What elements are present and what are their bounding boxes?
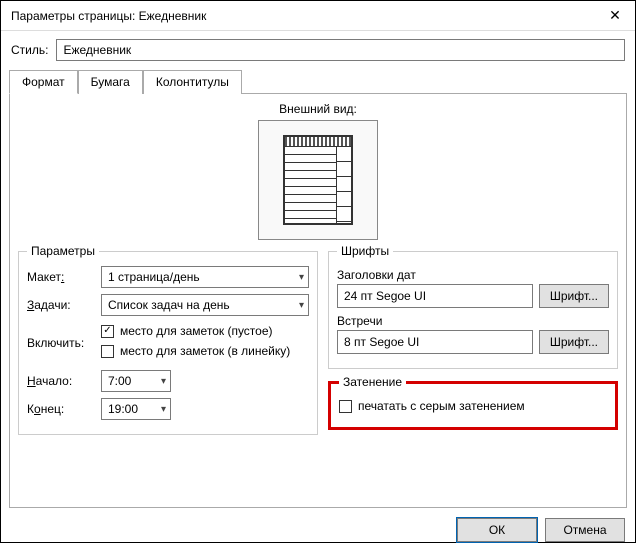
- style-input[interactable]: [56, 39, 625, 61]
- include-notes-lined-row[interactable]: место для заметок (в линейку): [101, 344, 309, 358]
- chevron-down-icon: ▾: [299, 272, 304, 283]
- end-label: Конец:: [27, 402, 95, 416]
- chevron-down-icon: ▾: [299, 300, 304, 311]
- tab-format[interactable]: Формат: [9, 70, 78, 94]
- date-headers-row: 24 пт Segoe UI Шрифт...: [337, 284, 609, 308]
- date-headers-font-button[interactable]: Шрифт...: [539, 284, 609, 308]
- tab-headers[interactable]: Колонтитулы: [143, 70, 242, 94]
- thumb-header: [285, 137, 351, 147]
- appointments-font-button[interactable]: Шрифт...: [539, 330, 609, 354]
- end-row: Конец: 19:00 ▾: [27, 398, 309, 420]
- fonts-group: Шрифты Заголовки дат 24 пт Segoe UI Шриф…: [328, 244, 618, 369]
- layout-combo[interactable]: 1 страница/день ▾: [101, 266, 309, 288]
- cancel-button[interactable]: Отмена: [545, 518, 625, 542]
- thumb-body: [285, 147, 351, 223]
- date-headers-label: Заголовки дат: [337, 268, 609, 282]
- end-value: 19:00: [108, 402, 138, 416]
- end-combo[interactable]: 19:00 ▾: [101, 398, 171, 420]
- right-column: Шрифты Заголовки дат 24 пт Segoe UI Шриф…: [328, 244, 618, 441]
- tab-panel-format: Внешний вид: Параметры: [9, 93, 627, 508]
- tasks-row: Задачи: Список задач на день ▾: [27, 294, 309, 316]
- window-title: Параметры страницы: Ежедневник: [11, 9, 595, 23]
- preview-area: Внешний вид:: [18, 102, 618, 240]
- chevron-down-icon: ▾: [161, 376, 166, 387]
- start-combo[interactable]: 7:00 ▾: [101, 370, 171, 392]
- shading-label: печатать с серым затенением: [358, 399, 525, 413]
- tasks-value: Список задач на день: [108, 298, 230, 312]
- shading-check-row[interactable]: печатать с серым затенением: [339, 399, 607, 413]
- preview-box: [258, 120, 378, 240]
- start-label: Начало:: [27, 374, 95, 388]
- include-options: место для заметок (пустое) место для зам…: [101, 322, 309, 364]
- titlebar: Параметры страницы: Ежедневник ✕: [1, 1, 635, 31]
- columns: Параметры Макет: 1 страница/день ▾ Задач…: [18, 244, 618, 441]
- appointments-label: Встречи: [337, 314, 609, 328]
- page-thumbnail: [283, 135, 353, 225]
- include-notes-blank-label: место для заметок (пустое): [120, 324, 273, 338]
- close-button[interactable]: ✕: [595, 1, 635, 31]
- close-icon: ✕: [609, 7, 621, 24]
- layout-row: Макет: 1 страница/день ▾: [27, 266, 309, 288]
- params-group: Параметры Макет: 1 страница/день ▾ Задач…: [18, 244, 318, 435]
- chevron-down-icon: ▾: [161, 404, 166, 415]
- layout-value: 1 страница/день: [108, 270, 200, 284]
- include-label-row: Включить: место для заметок (пустое) мес…: [27, 322, 309, 364]
- thumb-lines: [285, 147, 337, 223]
- shading-legend: Затенение: [339, 375, 406, 389]
- tab-paper-label: Бумага: [91, 75, 130, 89]
- start-row: Начало: 7:00 ▾: [27, 370, 309, 392]
- params-legend: Параметры: [27, 244, 99, 258]
- preview-label: Внешний вид:: [18, 102, 618, 116]
- tabs-container: Формат Бумага Колонтитулы Внешний вид:: [1, 69, 635, 508]
- appointments-row: 8 пт Segoe UI Шрифт...: [337, 330, 609, 354]
- dialog-window: Параметры страницы: Ежедневник ✕ Стиль: …: [0, 0, 636, 543]
- tasks-combo[interactable]: Список задач на день ▾: [101, 294, 309, 316]
- checkbox-notes-blank[interactable]: [101, 325, 114, 338]
- left-column: Параметры Макет: 1 страница/день ▾ Задач…: [18, 244, 318, 441]
- thumb-side: [337, 147, 351, 223]
- include-notes-blank-row[interactable]: место для заметок (пустое): [101, 324, 309, 338]
- layout-label: Макет:: [27, 270, 95, 284]
- shading-group: Затенение печатать с серым затенением: [328, 375, 618, 430]
- style-label: Стиль:: [11, 43, 48, 57]
- include-label: Включить:: [27, 336, 95, 350]
- style-row: Стиль:: [1, 31, 635, 69]
- date-headers-value: 24 пт Segoe UI: [337, 284, 533, 308]
- checkbox-notes-lined[interactable]: [101, 345, 114, 358]
- ok-button[interactable]: ОК: [457, 518, 537, 542]
- tab-headers-label: Колонтитулы: [156, 75, 229, 89]
- dialog-footer: ОК Отмена: [1, 508, 635, 552]
- start-value: 7:00: [108, 374, 131, 388]
- tasks-label: Задачи:: [27, 298, 95, 312]
- fonts-legend: Шрифты: [337, 244, 393, 258]
- checkbox-shading[interactable]: [339, 400, 352, 413]
- tab-paper[interactable]: Бумага: [78, 70, 143, 94]
- include-notes-lined-label: место для заметок (в линейку): [120, 344, 290, 358]
- tab-strip: Формат Бумага Колонтитулы: [9, 70, 627, 94]
- appointments-value: 8 пт Segoe UI: [337, 330, 533, 354]
- tab-format-label: Формат: [22, 75, 65, 89]
